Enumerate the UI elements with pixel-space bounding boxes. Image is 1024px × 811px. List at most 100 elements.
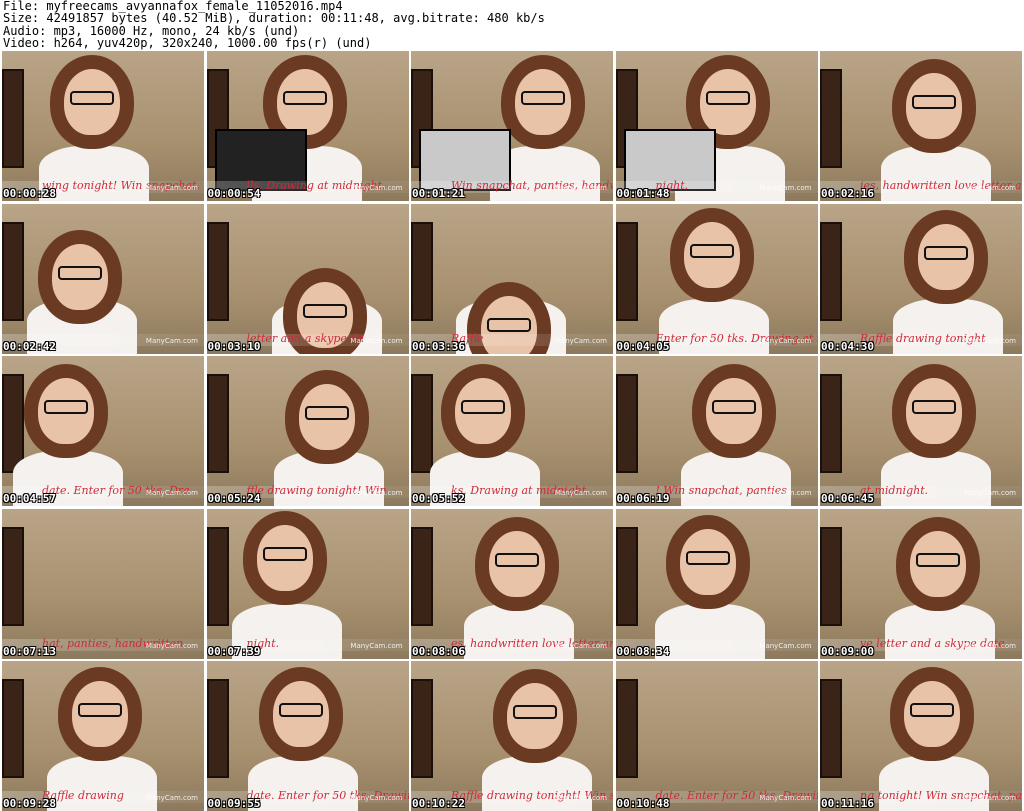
background-frame bbox=[820, 221, 842, 321]
manycam-watermark: ManyCam.com bbox=[350, 641, 403, 650]
glasses bbox=[282, 91, 327, 105]
background-frame bbox=[411, 526, 433, 626]
manycam-watermark: ManyCam.com bbox=[145, 794, 198, 802]
video-thumbnail: ng tonight! Win snapchat, pan ManyCam.com… bbox=[820, 661, 1022, 811]
glasses bbox=[705, 91, 750, 105]
video-thumbnail: ! Win snapchat, panties ManyCam.com 00:06:… bbox=[615, 356, 818, 506]
background-frame bbox=[411, 221, 433, 321]
manycam-watermark: ManyCam.com bbox=[350, 336, 403, 345]
video-thumbnail: night. ManyCam.com 00:07:39 bbox=[206, 508, 409, 659]
background-frame bbox=[206, 374, 229, 473]
manycam-watermark: ManyCam.com bbox=[759, 184, 812, 192]
manycam-watermark: ManyCam.com bbox=[759, 794, 812, 802]
manycam-watermark: ManyCam.com bbox=[759, 336, 812, 345]
background-frame bbox=[411, 374, 433, 473]
manycam-watermark: ManyCam.com bbox=[350, 184, 403, 192]
timestamp-label: 00:04:57 bbox=[3, 492, 56, 505]
file-size-line: Size: 42491857 bytes (40.52 MiB), durati… bbox=[3, 11, 545, 26]
video-thumbnail: ManyCam.com 00:08:34 bbox=[615, 508, 818, 659]
glasses bbox=[44, 400, 88, 414]
video-thumbnail: ffle drawing tonight! Win ManyCam.com 00:0… bbox=[206, 356, 409, 506]
timestamp-label: 00:04:30 bbox=[821, 339, 874, 353]
glasses bbox=[302, 303, 347, 318]
manycam-watermark: ManyCam.com bbox=[963, 641, 1016, 650]
glasses bbox=[685, 550, 730, 565]
timestamp-label: 00:02:16 bbox=[821, 187, 874, 200]
timestamp-label: 00:06:19 bbox=[616, 492, 670, 505]
glasses bbox=[912, 95, 956, 109]
background-frame bbox=[615, 221, 638, 321]
timestamp-label: 00:03:36 bbox=[412, 339, 465, 353]
manycam-watermark: ManyCam.com bbox=[554, 641, 607, 650]
video-thumbnail: Win snapchat, panties, handwrittenManyCa… bbox=[411, 51, 613, 201]
glasses bbox=[912, 400, 956, 414]
video-thumbnail: date. Enter for 50 tks. Dra ManyCam.com 00… bbox=[2, 356, 204, 506]
glasses bbox=[262, 546, 307, 561]
glasses bbox=[689, 243, 734, 258]
video-thumbnail: ks. Drawing at midnight. ManyCam.com 00:05… bbox=[411, 356, 613, 506]
video-thumbnail: date. Enter for 50 tks. Drawing atManyCa… bbox=[206, 661, 409, 811]
timestamp-label: 00:01:21 bbox=[412, 187, 465, 200]
background-frame bbox=[2, 374, 24, 473]
video-thumbnail: letter and a skype da ManyCam.com 00:03:10 bbox=[206, 203, 409, 354]
video-thumbnail: lls. Drawing at midnight. ManyCam.com 00:0… bbox=[206, 51, 409, 201]
manycam-watermark: ManyCam.com bbox=[963, 336, 1016, 345]
timestamp-label: 00:00:28 bbox=[3, 187, 56, 200]
background-frame bbox=[820, 679, 842, 778]
timestamp-label: 00:07:39 bbox=[207, 644, 261, 658]
glasses bbox=[278, 703, 323, 717]
manycam-watermark: ManyCam.com bbox=[963, 184, 1016, 192]
background-frame bbox=[2, 221, 24, 321]
glasses bbox=[58, 265, 102, 280]
manycam-watermark: ManyCam.com bbox=[963, 794, 1016, 802]
background-frame bbox=[615, 374, 638, 473]
background-frame bbox=[2, 526, 24, 626]
glasses bbox=[916, 552, 960, 567]
timestamp-label: 00:05:52 bbox=[412, 492, 465, 505]
glasses bbox=[461, 400, 505, 414]
background-frame bbox=[820, 69, 842, 168]
video-thumbnail: ies, handwritten love letter and a skyMa… bbox=[820, 51, 1022, 201]
video-thumbnail: at midnight. ManyCam.com 00:06:45 bbox=[820, 356, 1022, 506]
manycam-watermark: ManyCam.com bbox=[554, 184, 607, 192]
glasses bbox=[304, 406, 349, 420]
background-frame bbox=[615, 679, 638, 778]
video-thumbnail: Enter for 50 tks. Drawing at mi ManyCam.c… bbox=[615, 203, 818, 354]
timestamp-label: 00:05:24 bbox=[207, 492, 261, 505]
timestamp-label: 00:01:48 bbox=[616, 187, 670, 200]
timestamp-label: 00:00:54 bbox=[207, 187, 261, 200]
glasses bbox=[711, 400, 756, 414]
timestamp-label: 00:07:13 bbox=[3, 644, 56, 658]
manycam-watermark: ManyCam.com bbox=[759, 489, 812, 497]
video-thumbnail: Raffle drawing tonight ManyCam.com 00:04:3… bbox=[820, 203, 1022, 354]
background-frame bbox=[2, 679, 24, 778]
video-info-line: Video: h264, yuv420p, 320x240, 1000.00 f… bbox=[3, 35, 372, 50]
timestamp-label: 00:10:48 bbox=[616, 797, 670, 810]
background-frame bbox=[2, 69, 24, 168]
glasses bbox=[910, 703, 954, 717]
timestamp-label: 00:11:16 bbox=[821, 797, 874, 810]
glasses bbox=[78, 703, 122, 717]
glasses bbox=[521, 91, 565, 105]
video-thumbnail: Raffle drawing ManyCam.com 00:09:28 bbox=[2, 661, 204, 811]
timestamp-label: 00:09:28 bbox=[3, 797, 56, 810]
thumbnail-grid: wing tonight! Win snapchat, panManyCam.c… bbox=[2, 51, 1022, 811]
video-thumbnail: es, handwritten love letter and aManyCam… bbox=[411, 508, 613, 659]
manycam-watermark: ManyCam.com bbox=[145, 184, 198, 192]
file-info-header: File: myfreecams_avyannafox_female_11052… bbox=[3, 0, 545, 49]
timestamp-label: 00:09:55 bbox=[207, 797, 261, 810]
manycam-watermark: ManyCam.com bbox=[145, 336, 198, 345]
glasses bbox=[487, 317, 531, 332]
manycam-watermark: ManyCam.com bbox=[759, 641, 812, 650]
video-thumbnail: wing tonight! Win snapchat, panManyCam.c… bbox=[2, 51, 204, 201]
manycam-watermark: ManyCam.com bbox=[554, 336, 607, 345]
timestamp-label: 00:10:22 bbox=[412, 797, 465, 810]
timestamp-label: 00:08:06 bbox=[412, 644, 465, 658]
video-thumbnail: ve letter and a skype date ManyCam.com 00:… bbox=[820, 508, 1022, 659]
video-thumbnail: Raffle ManyCam.com 00:03:36 bbox=[411, 203, 613, 354]
glasses bbox=[495, 552, 539, 567]
video-thumbnail: date. Enter for 50 tks. Drawing at miMan… bbox=[615, 661, 818, 811]
glasses bbox=[513, 705, 557, 719]
glasses bbox=[924, 245, 968, 260]
glasses bbox=[70, 91, 114, 105]
